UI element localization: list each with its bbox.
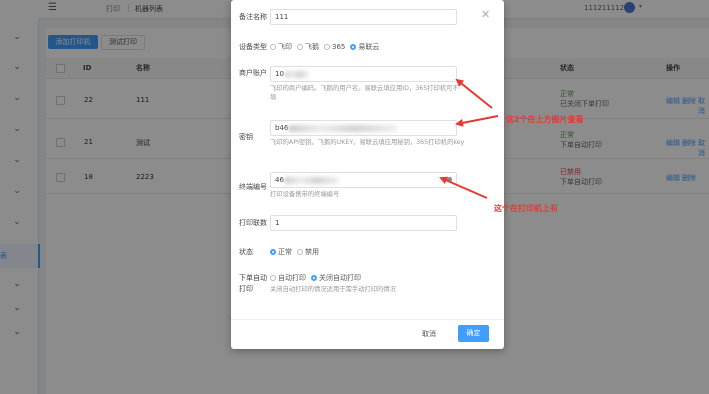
annotation-arrow bbox=[455, 78, 493, 109]
annotation-arrows bbox=[439, 78, 499, 199]
annotation-arrow bbox=[455, 115, 499, 127]
annotation-bottom: 这个在打印机上有 bbox=[494, 204, 558, 213]
annotation-top: 这2个在上方图片查看 bbox=[506, 115, 584, 124]
annotation-arrow bbox=[439, 176, 488, 199]
